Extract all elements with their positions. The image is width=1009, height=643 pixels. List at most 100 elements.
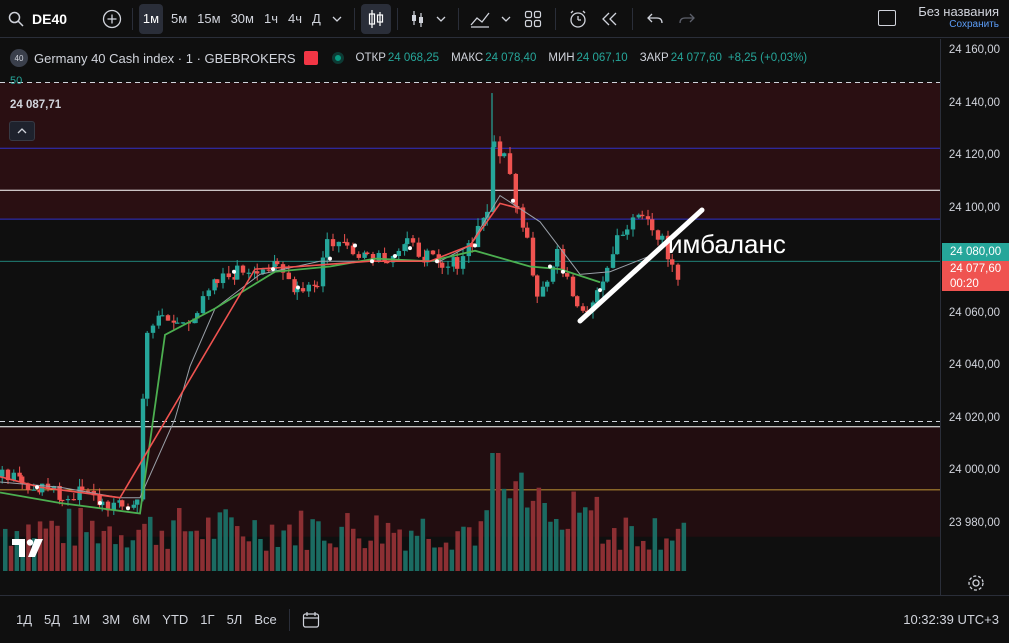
range-5d[interactable]: 5Д <box>38 612 66 627</box>
candle-body <box>156 315 161 326</box>
volume-bar <box>617 549 623 571</box>
volume-bar <box>194 530 199 571</box>
volume-bar <box>530 500 536 571</box>
volume-bar <box>519 472 524 571</box>
candle-body <box>507 153 513 174</box>
chart-type-dropdown[interactable] <box>430 4 452 34</box>
volume-bar <box>513 481 518 571</box>
calendar-icon[interactable] <box>302 611 320 629</box>
replay-button[interactable] <box>594 4 626 34</box>
candle-body <box>315 285 320 288</box>
range-1m[interactable]: 1М <box>66 612 96 627</box>
range-5y[interactable]: 5Л <box>221 612 249 627</box>
interval-dropdown[interactable] <box>326 4 348 34</box>
interval-4h[interactable]: 4ч <box>283 4 307 34</box>
range-6m[interactable]: 6М <box>126 612 156 627</box>
volume-bar <box>559 529 565 571</box>
gear-icon[interactable] <box>967 574 985 592</box>
price-tag-current: 24 077,60 <box>942 261 1009 277</box>
signal-marker <box>393 253 397 258</box>
interval-5m[interactable]: 5м <box>166 4 192 34</box>
candle-body <box>320 257 326 287</box>
candle-body <box>131 504 136 508</box>
volume-bar <box>391 532 397 571</box>
ma-indicator-label[interactable]: 50 <box>10 75 22 87</box>
volume-bar <box>339 526 344 571</box>
candle-body <box>460 256 466 269</box>
volume-bar <box>200 539 205 571</box>
candle-body <box>266 269 271 271</box>
layouts-button[interactable] <box>517 4 549 34</box>
volume-bar <box>322 540 327 571</box>
symbol-search[interactable]: DE40 <box>0 4 98 34</box>
volume-bar <box>646 549 652 571</box>
range-1d[interactable]: 1Д <box>10 612 38 627</box>
alert-button[interactable] <box>562 4 594 34</box>
high-label: МАКС <box>451 52 484 64</box>
signal-marker <box>370 259 374 264</box>
volume-bar <box>211 538 217 571</box>
clock[interactable]: 10:32:39 UTC+3 <box>903 612 999 627</box>
volume-bar <box>275 546 281 571</box>
signal-marker <box>473 243 477 248</box>
volume-bar <box>681 522 687 571</box>
collapse-legend-button[interactable] <box>9 121 35 141</box>
candle-body <box>492 141 497 148</box>
flag-icon[interactable] <box>303 51 318 65</box>
divider <box>288 608 290 631</box>
indicators-icon <box>470 12 490 28</box>
indicators-dropdown[interactable] <box>495 4 517 34</box>
candle-body <box>135 499 140 505</box>
volume-bar <box>171 520 176 571</box>
volume-bar <box>304 549 310 571</box>
add-symbol-button[interactable] <box>98 4 126 34</box>
signal-marker <box>435 259 439 264</box>
volume-bar <box>670 540 675 571</box>
volume-bar <box>130 540 136 571</box>
interval-15m[interactable]: 15м <box>192 4 225 34</box>
legend-title[interactable]: Germany 40 Cash index · 1 · GBEBROKERS <box>34 51 296 66</box>
price-axis-label: 24 020,00 <box>948 412 1000 424</box>
indicators-button[interactable] <box>465 4 495 34</box>
volume-bar <box>177 508 182 571</box>
open-label: ОТКР <box>355 52 386 64</box>
chart-pane[interactable]: 40 Germany 40 Cash index · 1 · GBEBROKER… <box>0 39 940 595</box>
price-axis[interactable]: 24 160,00 24 140,00 24 120,00 24 100,00 24 0… <box>940 39 1009 595</box>
range-all[interactable]: Все <box>248 612 282 627</box>
volume-bar <box>449 549 455 571</box>
chevron-up-icon <box>17 128 27 134</box>
layout-icon[interactable] <box>878 10 896 26</box>
bar-chart-type-button[interactable] <box>404 4 430 34</box>
interval-1h[interactable]: 1ч <box>259 4 283 34</box>
layout-name: Без названия <box>918 4 999 19</box>
volume-bar <box>658 549 663 571</box>
signal-marker <box>328 256 332 261</box>
candle-body <box>405 238 410 245</box>
symbol-name: DE40 <box>32 10 68 27</box>
price-tag-countdown: 00:20 <box>942 277 1009 291</box>
interval-1m[interactable]: 1м <box>139 3 163 34</box>
redo-button[interactable] <box>671 4 703 34</box>
range-3m[interactable]: 3М <box>96 612 126 627</box>
volume-bar <box>61 543 66 571</box>
volume-bar <box>223 509 228 571</box>
volume-bar <box>438 547 443 571</box>
interval-30m[interactable]: 30м <box>226 4 259 34</box>
layout-title[interactable]: Без названия Сохранить <box>918 4 999 30</box>
divider <box>554 7 556 30</box>
candle-body <box>620 234 626 236</box>
price-readout: 24 087,71 <box>10 99 62 111</box>
candle-body <box>570 276 576 297</box>
save-link[interactable]: Сохранить <box>918 19 999 30</box>
imbalance-annotation[interactable]: имбаланс <box>668 229 786 260</box>
range-ytd[interactable]: YTD <box>156 612 194 627</box>
chart-type-candles-button[interactable] <box>360 3 391 34</box>
candle-body <box>120 500 125 507</box>
interval-d[interactable]: Д <box>307 4 326 34</box>
range-1y[interactable]: 1Г <box>194 612 220 627</box>
price-axis-label: 24 060,00 <box>948 307 1000 319</box>
candle-body <box>605 267 610 282</box>
volume-bar <box>606 539 611 571</box>
volume-bar <box>281 530 286 571</box>
undo-button[interactable] <box>639 4 671 34</box>
